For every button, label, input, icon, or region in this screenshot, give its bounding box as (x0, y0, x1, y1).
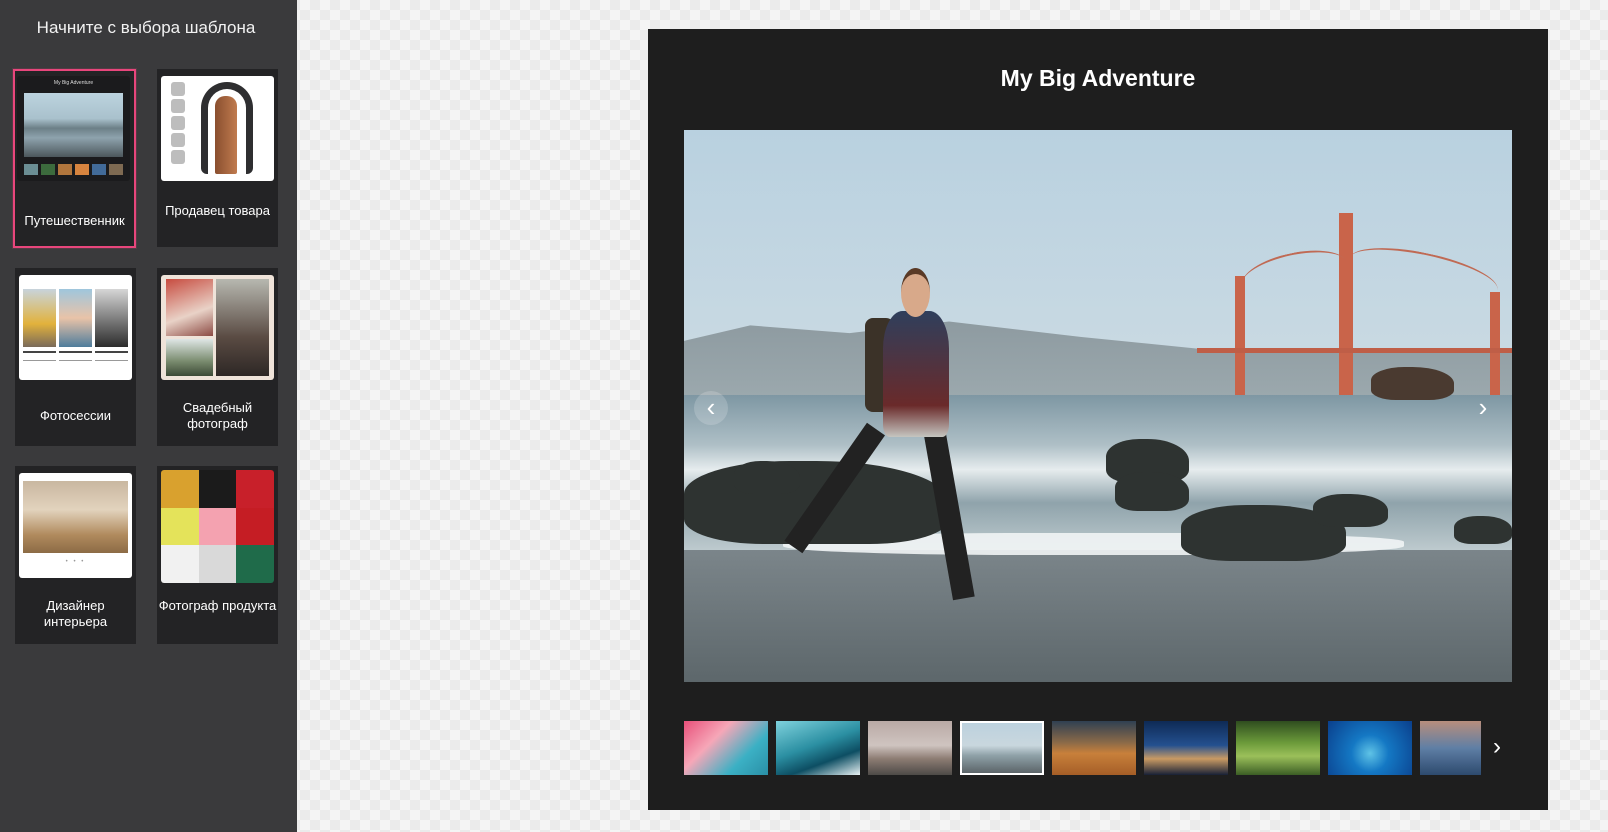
template-sidebar: Начните с выбора шаблона My Big Adventur… (0, 0, 297, 832)
thumbnail-photo (24, 93, 123, 157)
thumbnail-strip (684, 721, 1481, 775)
template-thumbnail-product-photo (161, 470, 274, 583)
thumbnail-title: My Big Adventure (53, 80, 94, 86)
thumbnail-2[interactable] (776, 721, 860, 775)
template-label: Путешественник (24, 213, 125, 228)
template-thumbnail-interior: • • • (19, 473, 132, 578)
sidebar-title: Начните с выбора шаблона (36, 18, 256, 37)
thumbnail-strip-next-button[interactable]: › (1484, 729, 1510, 765)
template-thumbnail-wedding (161, 275, 274, 380)
template-card-product-seller[interactable]: Продавец товара (157, 69, 278, 247)
next-slide-button[interactable]: › (1466, 391, 1500, 425)
main-slide-photo: ‹ › (684, 130, 1512, 682)
template-label: Свадебный фотограф (182, 400, 253, 431)
template-thumbnail-photo-sessions (19, 275, 132, 380)
template-card-photo-sessions[interactable]: Фотосессии (15, 268, 136, 446)
template-card-interior-designer[interactable]: • • • Дизайнер интерьера (15, 466, 136, 644)
template-card-product-photographer[interactable]: Фотограф продукта (157, 466, 278, 644)
thumbnail-6[interactable] (1144, 721, 1228, 775)
template-thumbnail-traveler: My Big Adventure (17, 76, 130, 181)
hiker-figure (784, 268, 1007, 627)
template-thumbnail-product-seller (161, 76, 274, 181)
template-card-wedding-photographer[interactable]: Свадебный фотограф (157, 268, 278, 446)
template-label: Фотосессии (39, 408, 112, 423)
template-card-traveler[interactable]: My Big Adventure Путешественник (13, 69, 136, 248)
previous-slide-button[interactable]: ‹ (694, 391, 728, 425)
thumbnail-3[interactable] (868, 721, 952, 775)
thumbnail-4[interactable] (960, 721, 1044, 775)
thumbnail-8[interactable] (1328, 721, 1412, 775)
preview-title: My Big Adventure (1000, 65, 1196, 91)
bridge-graphic (1197, 212, 1512, 412)
template-label: Продавец товара (165, 203, 270, 218)
template-label: Дизайнер интерьера (43, 598, 108, 629)
thumbnail-9[interactable] (1420, 721, 1481, 775)
thumbnail-strip (24, 164, 123, 175)
thumbnail-1[interactable] (684, 721, 768, 775)
template-label: Фотограф продукта (158, 598, 277, 613)
template-preview: My Big Adventure ‹ › › (648, 29, 1548, 810)
thumbnail-5[interactable] (1052, 721, 1136, 775)
thumbnail-7[interactable] (1236, 721, 1320, 775)
